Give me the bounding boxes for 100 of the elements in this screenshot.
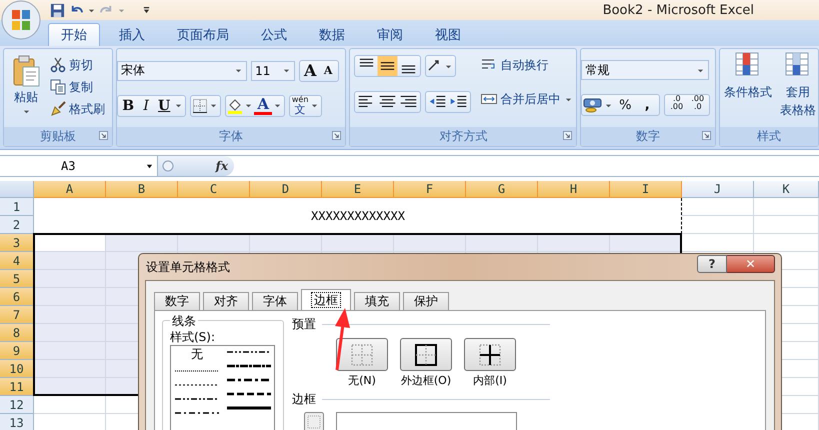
copy-icon <box>50 79 66 95</box>
column-header[interactable]: F <box>394 181 466 198</box>
dialog-launcher-icon[interactable] <box>99 131 108 140</box>
top-border-button[interactable] <box>304 412 324 430</box>
row-header[interactable]: 11 <box>0 378 34 396</box>
caret-icon <box>283 67 290 74</box>
annotation-arrow <box>332 306 352 372</box>
group-label: 剪贴板 <box>40 128 76 145</box>
styles-button[interactable]: 条件格式 <box>724 51 772 127</box>
borders-icon[interactable] <box>192 98 208 114</box>
clipboard-button[interactable]: 格式刷 <box>50 99 105 119</box>
ribbon-tab[interactable]: 视图 <box>422 23 474 46</box>
grow-font-button[interactable]: A <box>301 60 320 80</box>
line-style-list[interactable]: 无 <box>170 345 275 430</box>
font-style-button[interactable]: B <box>119 96 138 116</box>
row-header[interactable]: 3 <box>0 234 34 252</box>
section-label: 边框 <box>292 391 316 408</box>
caret-icon[interactable] <box>88 6 95 14</box>
dialog-launcher-icon[interactable] <box>563 131 572 140</box>
dialog-tab[interactable]: 边框 <box>301 289 351 310</box>
paste-button[interactable]: 粘贴 <box>8 53 44 127</box>
table-cell <box>754 234 819 252</box>
font-name-field[interactable]: 宋体 <box>117 60 248 80</box>
customize-icon[interactable] <box>143 6 150 14</box>
row-header[interactable]: 12 <box>0 396 34 414</box>
row-header[interactable]: 13 <box>0 414 34 430</box>
help-button[interactable]: ? <box>697 255 727 273</box>
dialog-launcher-icon[interactable] <box>332 131 342 140</box>
row-header[interactable]: 1 <box>0 198 34 216</box>
column-header[interactable]: J <box>682 181 754 198</box>
column-header[interactable]: G <box>466 181 538 198</box>
shrink-font-button[interactable]: A <box>319 60 338 80</box>
row-header[interactable]: 9 <box>0 342 34 360</box>
decimal-button[interactable]: .0 .00 <box>666 95 688 115</box>
row-header[interactable]: 2 <box>0 216 34 234</box>
column-header[interactable]: E <box>322 181 394 198</box>
row-header[interactable]: 7 <box>0 306 34 324</box>
clipboard-button[interactable]: 复制 <box>50 77 105 97</box>
caret-icon[interactable] <box>245 102 252 109</box>
column-header[interactable]: D <box>250 181 322 198</box>
dialog-tab[interactable]: 保护 <box>403 292 449 310</box>
row-header[interactable]: 6 <box>0 288 34 306</box>
row-header[interactable]: 8 <box>0 324 34 342</box>
ribbon-tab[interactable]: 数据 <box>306 23 358 46</box>
caret-icon[interactable] <box>274 102 282 109</box>
column-header[interactable]: B <box>106 181 178 198</box>
caret-icon[interactable] <box>175 102 182 109</box>
font-style-button[interactable]: I <box>137 96 156 116</box>
dialog-tab[interactable]: 字体 <box>252 292 298 310</box>
ribbon-tab[interactable]: 审阅 <box>364 23 416 46</box>
table-cell <box>34 288 106 306</box>
row-header[interactable]: 4 <box>0 252 34 270</box>
fill-bucket-icon[interactable] <box>227 98 244 114</box>
table-cell <box>322 234 394 252</box>
column-header[interactable]: I <box>610 181 682 198</box>
number-format-field[interactable]: 常规 <box>581 60 710 80</box>
merge-center-button[interactable]: 合并后居中 <box>481 89 574 109</box>
font-size-field[interactable]: 11 <box>251 60 296 80</box>
line-style-option[interactable] <box>227 390 271 398</box>
line-style-option[interactable]: 无 <box>175 348 219 361</box>
column-header[interactable]: C <box>178 181 250 198</box>
line-style-option[interactable] <box>227 376 271 384</box>
paintbrush-icon <box>50 101 66 117</box>
table-cell <box>34 324 106 342</box>
preset-button[interactable] <box>464 338 516 371</box>
caret-icon[interactable] <box>311 102 318 109</box>
percent-button[interactable]: % <box>614 95 636 115</box>
save-icon[interactable] <box>50 2 65 18</box>
clipboard-button[interactable]: 剪切 <box>50 55 105 75</box>
line-style-option[interactable] <box>227 362 271 370</box>
column-header[interactable]: H <box>538 181 610 198</box>
caret-icon[interactable] <box>605 102 612 108</box>
styles-button[interactable]: 套用 表格格 <box>780 51 816 127</box>
section-label: 预置 <box>292 316 316 333</box>
merge-cells-icon <box>481 91 498 107</box>
insert-function-button[interactable]: fx <box>216 159 228 173</box>
ribbon-tab[interactable]: 页面布局 <box>164 23 242 46</box>
row-header[interactable]: 5 <box>0 270 34 288</box>
dialog-tab[interactable]: 对齐 <box>203 292 249 310</box>
comma-button[interactable]: , <box>636 95 658 115</box>
ribbon-tab[interactable]: 开始 <box>48 23 100 46</box>
wrap-text-button[interactable]: 自动换行 <box>481 55 574 75</box>
font-style-button[interactable]: U <box>155 96 174 116</box>
preset-button[interactable] <box>400 338 452 371</box>
caret-icon[interactable] <box>445 62 452 70</box>
decimal-button[interactable]: .00 .0 <box>687 95 708 115</box>
row-header[interactable]: 10 <box>0 360 34 378</box>
dialog-launcher-icon[interactable] <box>702 131 711 140</box>
column-header[interactable]: K <box>754 181 819 198</box>
vertical-align-icon[interactable] <box>377 56 398 76</box>
splitter-handle-icon[interactable] <box>162 160 174 172</box>
dialog-tab[interactable]: 数字 <box>154 292 200 310</box>
window-title: Book2 - Microsoft Excel <box>602 2 754 18</box>
ribbon-tab[interactable]: 插入 <box>106 23 158 46</box>
dialog-tab[interactable]: 填充 <box>354 292 400 310</box>
currency-icon[interactable] <box>583 97 604 113</box>
column-header[interactable]: A <box>34 181 106 198</box>
caret-icon[interactable] <box>210 102 218 109</box>
line-style-option[interactable] <box>227 404 271 412</box>
ribbon-tab[interactable]: 公式 <box>248 23 300 46</box>
